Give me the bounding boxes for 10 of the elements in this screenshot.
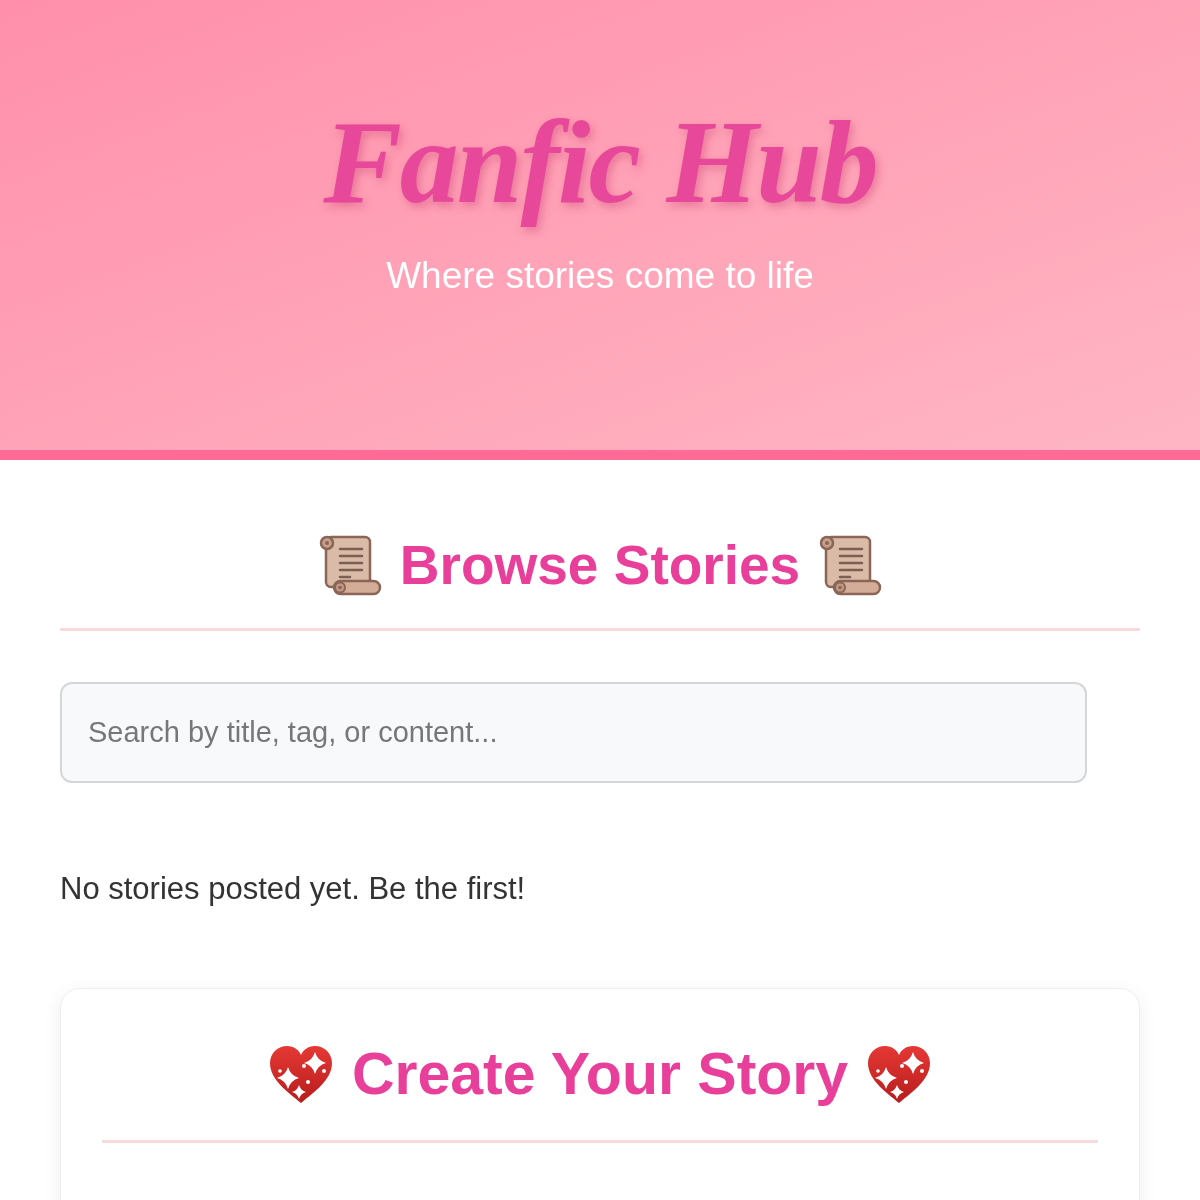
sparkling-heart-icon: [866, 1044, 933, 1105]
scroll-icon: [818, 533, 883, 597]
empty-state-message: No stories posted yet. Be the first!: [60, 870, 527, 908]
card-heading: Create Your Story: [351, 1040, 849, 1110]
site-title: Fanfic Hub: [323, 98, 877, 228]
scroll-icon: [317, 533, 382, 597]
site-tagline: Where stories come to life: [386, 253, 814, 298]
sparkling-heart-icon: [267, 1044, 334, 1105]
search-field[interactable]: Search by title, tag, or content...: [60, 682, 1087, 783]
section-heading: Browse Stories: [399, 533, 801, 598]
